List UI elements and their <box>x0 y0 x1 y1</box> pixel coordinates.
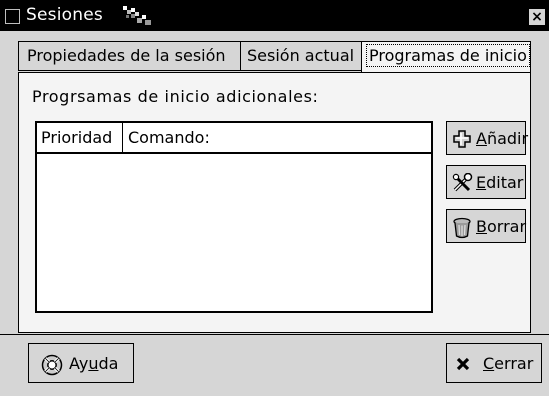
window-menu-icon[interactable] <box>5 9 20 24</box>
tools-icon <box>452 173 473 192</box>
column-header-command[interactable]: Comando: <box>123 123 431 152</box>
close-button[interactable]: Cerrar <box>446 343 542 383</box>
tab-current-session[interactable]: Sesión actual <box>240 41 362 71</box>
title-bar[interactable]: Sesiones × <box>0 0 549 31</box>
divider <box>0 334 549 335</box>
delete-button[interactable]: Borrar <box>446 209 526 243</box>
startup-programs-list[interactable]: Prioridad Comando: <box>35 121 433 313</box>
window-close-button[interactable]: × <box>529 9 545 25</box>
add-icon <box>453 130 471 148</box>
tab-startup-programs[interactable]: Programas de inicio <box>361 41 531 75</box>
help-button[interactable]: Ayuda <box>28 343 134 383</box>
section-label: Progrsamas de inicio adicionales: <box>32 87 319 106</box>
close-x-icon <box>456 357 470 371</box>
startup-programs-panel: Progrsamas de inicio adicionales: Priori… <box>18 72 531 333</box>
help-lifebuoy-icon <box>41 354 63 376</box>
window-title: Sesiones <box>26 5 103 25</box>
tab-label: Programas de inicio <box>366 44 530 67</box>
titlebar-decoration-icon <box>123 6 151 25</box>
list-header: Prioridad Comando: <box>37 123 431 154</box>
column-header-priority[interactable]: Prioridad <box>37 123 123 152</box>
sessions-window: Sesiones × Propiedades de la sesión Sesi… <box>0 0 549 396</box>
trash-icon <box>453 217 471 239</box>
tab-label: Sesión actual <box>247 46 355 65</box>
add-button[interactable]: Añadir <box>446 121 528 155</box>
tab-session-properties[interactable]: Propiedades de la sesión <box>18 41 241 71</box>
close-icon: × <box>531 9 543 25</box>
tab-label: Propiedades de la sesión <box>27 46 226 65</box>
edit-button[interactable]: Editar <box>446 165 526 199</box>
